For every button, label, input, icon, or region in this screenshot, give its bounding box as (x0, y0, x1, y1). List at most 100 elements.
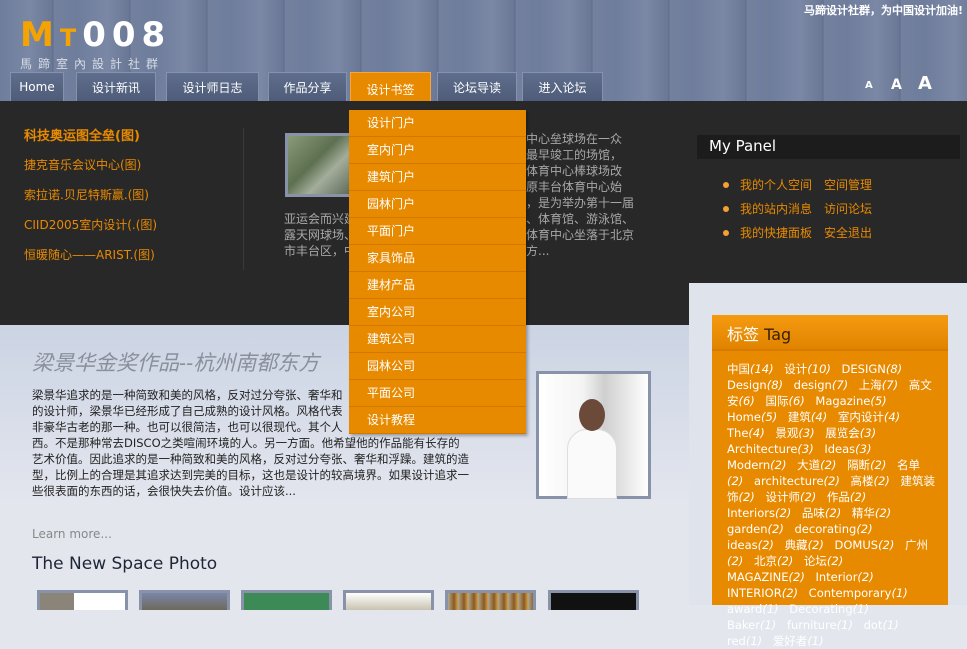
tag-label: 室内设计 (837, 410, 884, 424)
tag-link[interactable]: 建筑(4) (788, 410, 827, 424)
tag-link[interactable]: garden(2) (727, 522, 784, 536)
bullet-icon (723, 205, 729, 212)
tag-link[interactable]: ideas(2) (727, 538, 774, 552)
dropdown-item[interactable]: 室内门户 (349, 137, 526, 164)
tag-count: (1) (760, 618, 777, 632)
dropdown-item[interactable]: 设计门户 (349, 110, 526, 137)
tag-link[interactable]: furniture(1) (787, 618, 853, 632)
tag-link[interactable]: Interior(2) (815, 570, 873, 584)
tag-label: red (727, 634, 746, 648)
tag-link[interactable]: Interiors(2) (727, 506, 791, 520)
tag-link[interactable]: Magazine(5) (815, 394, 886, 408)
dropdown-item[interactable]: 建筑公司 (349, 326, 526, 353)
photo-thumb[interactable] (445, 590, 536, 610)
tag-count: (2) (878, 538, 895, 552)
tag-link[interactable]: 国际(6) (765, 394, 804, 408)
tag-link[interactable]: Design(8) (727, 378, 783, 392)
featured-item[interactable]: 索拉诺.贝尼特斯赢.(图) (24, 186, 149, 203)
font-medium-button[interactable]: A (891, 77, 902, 93)
nav-designer-blog[interactable]: 设计师日志 (166, 72, 259, 101)
photo-thumb[interactable] (548, 590, 639, 610)
tag-link[interactable]: Ideas(3) (824, 442, 871, 456)
tag-label: 展览会 (825, 426, 860, 440)
tag-link[interactable]: 隔断(2) (847, 458, 886, 472)
tag-link[interactable]: 上海(7) (859, 378, 898, 392)
nav-enter-forum[interactable]: 进入论坛 (522, 72, 603, 101)
dropdown-item[interactable]: 室内公司 (349, 299, 526, 326)
photo-thumb[interactable] (343, 590, 434, 610)
logo[interactable]: MT008 馬蹄室內設計社群 (20, 18, 171, 72)
tag-count: (1) (807, 634, 824, 648)
logout-link[interactable]: 安全退出 (824, 224, 872, 241)
tag-link[interactable]: DOMUS(2) (835, 538, 895, 552)
nav-home[interactable]: Home (10, 72, 64, 101)
tag-link[interactable]: dot(1) (864, 618, 899, 632)
font-small-button[interactable]: A (865, 80, 873, 91)
tag-link[interactable]: decorating(2) (795, 522, 873, 536)
dropdown-item[interactable]: 设计教程 (349, 407, 526, 434)
shortcut-panel-link[interactable]: 我的快捷面板 (740, 224, 812, 241)
tag-link[interactable]: Contemporary(1) (809, 586, 908, 600)
tag-link[interactable]: 室内设计(4) (838, 410, 900, 424)
tag-link[interactable]: 作品(2) (827, 490, 866, 504)
tag-link[interactable]: design(7) (794, 378, 848, 392)
tag-link[interactable]: 展览会(3) (825, 426, 876, 440)
dropdown-item[interactable]: 建筑门户 (349, 164, 526, 191)
tag-link[interactable]: DESIGN(8) (842, 362, 903, 376)
photo-thumb[interactable] (241, 590, 332, 610)
learn-more-link[interactable]: Learn more... (32, 527, 112, 541)
dropdown-item[interactable]: 平面公司 (349, 380, 526, 407)
tag-link[interactable]: 景观(3) (775, 426, 814, 440)
nav-works[interactable]: 作品分享 (268, 72, 347, 101)
dropdown-item[interactable]: 园林门户 (349, 191, 526, 218)
dropdown-item[interactable]: 建材产品 (349, 272, 526, 299)
tag-link[interactable]: red(1) (727, 634, 762, 648)
photo-thumb[interactable] (37, 590, 128, 610)
nav-design-news[interactable]: 设计新讯 (76, 72, 156, 101)
tag-link[interactable]: 设计(10) (784, 362, 831, 376)
tag-link[interactable]: Baker(1) (727, 618, 776, 632)
visit-forum-link[interactable]: 访问论坛 (824, 200, 872, 217)
nav-forum-guide[interactable]: 论坛导读 (437, 72, 517, 101)
dropdown-item[interactable]: 平面门户 (349, 218, 526, 245)
tag-link[interactable]: 品味(2) (802, 506, 841, 520)
tag-link[interactable]: Modern(2) (727, 458, 786, 472)
tag-label: INTERIOR (727, 586, 782, 600)
tag-count: (3) (855, 442, 872, 456)
my-space-link[interactable]: 我的个人空间 (740, 176, 812, 193)
tag-link[interactable]: MAGAZINE(2) (727, 570, 805, 584)
tag-link[interactable]: award(1) (727, 602, 779, 616)
space-manage-link[interactable]: 空间管理 (824, 176, 872, 193)
tag-link[interactable]: Decorating(1) (789, 602, 869, 616)
tag-link[interactable]: Home(5) (727, 410, 777, 424)
tag-link[interactable]: 精华(2) (852, 506, 891, 520)
tag-link[interactable]: 爱好者(1) (773, 634, 824, 648)
my-messages-link[interactable]: 我的站内消息 (740, 200, 812, 217)
tag-link[interactable]: architecture(2) (754, 474, 840, 488)
featured-item[interactable]: CIID2005室内设计(.(图) (24, 216, 157, 233)
tag-link[interactable]: INTERIOR(2) (727, 586, 798, 600)
tag-link[interactable]: 论坛(2) (804, 554, 843, 568)
tag-link[interactable]: Architecture(3) (727, 442, 814, 456)
tag-link[interactable]: 中国(14) (727, 362, 774, 376)
tag-count: (4) (748, 426, 765, 440)
font-large-button[interactable]: A (918, 73, 932, 94)
tag-count: (3) (859, 426, 877, 440)
dropdown-item[interactable]: 园林公司 (349, 353, 526, 380)
news-text-left: 亚运会而兴建 露天网球场、 市丰台区，中 (284, 212, 357, 258)
tag-count: (4) (810, 410, 828, 424)
article-title[interactable]: 梁景华金奖作品--杭州南都东方 (32, 347, 319, 377)
tag-link[interactable]: 典藏(2) (785, 538, 824, 552)
tag-link[interactable]: 高楼(2) (851, 474, 890, 488)
tag-count: (1) (745, 634, 763, 648)
tag-link[interactable]: 大道(2) (797, 458, 836, 472)
tag-link[interactable]: 设计师(2) (765, 490, 816, 504)
featured-heading[interactable]: 科技奥运图全垒(图) (24, 125, 140, 144)
dropdown-item[interactable]: 家具饰品 (349, 245, 526, 272)
photo-thumb[interactable] (139, 590, 230, 610)
designer-portrait[interactable] (536, 371, 651, 499)
featured-item[interactable]: 恒暖随心——ARIST.(图) (24, 246, 155, 263)
tag-link[interactable]: 北京(2) (754, 554, 793, 568)
featured-item[interactable]: 捷克音乐会议中心(图) (24, 156, 141, 173)
tag-link[interactable]: The(4) (727, 426, 765, 440)
